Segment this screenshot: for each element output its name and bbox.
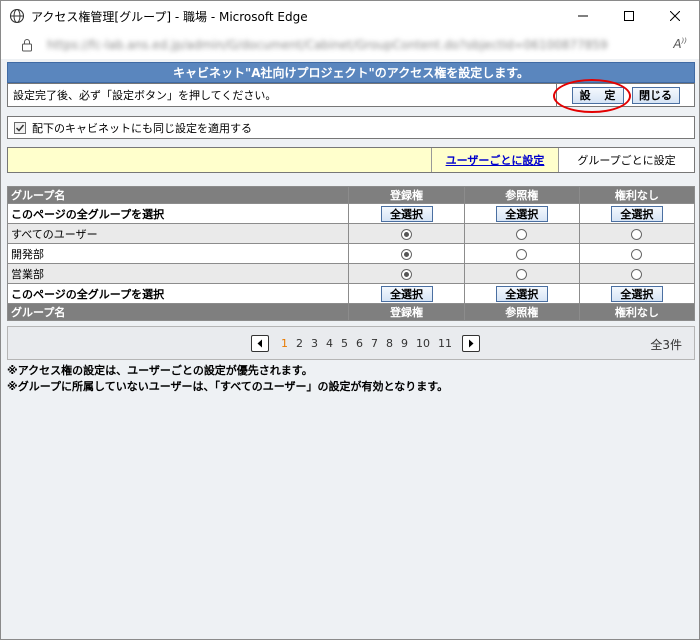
next-page-button[interactable] xyxy=(462,335,480,352)
page-2[interactable]: 2 xyxy=(292,337,307,350)
select-all-label: このページの全グループを選択 xyxy=(6,283,350,304)
close-icon xyxy=(670,11,680,21)
radio-register[interactable] xyxy=(401,228,413,240)
read-aloud-icon[interactable]: A)) xyxy=(673,37,687,51)
radio-none[interactable] xyxy=(631,228,643,240)
select-all-row: このページの全グループを選択 全選択 全選択 全選択 xyxy=(6,203,696,224)
radio-view[interactable] xyxy=(516,228,528,240)
page-11[interactable]: 11 xyxy=(434,337,456,350)
address-bar[interactable]: https://fc-lab.ans.ed.jp/admin/G/documen… xyxy=(1,31,699,59)
title-bar: アクセス権管理[グループ] - 職場 - Microsoft Edge xyxy=(1,1,699,31)
table-row: すべてのユーザー xyxy=(6,223,696,244)
group-name: 営業部 xyxy=(6,263,350,284)
apply-children-label: 配下のキャビネットにも同じ設定を適用する xyxy=(32,121,252,135)
browser-window: アクセス権管理[グループ] - 職場 - Microsoft Edge http… xyxy=(0,0,700,640)
group-name: すべてのユーザー xyxy=(6,223,350,244)
select-all-none-button[interactable]: 全選択 xyxy=(610,205,663,222)
close-button[interactable]: 閉じる xyxy=(631,86,680,104)
page-9[interactable]: 9 xyxy=(397,337,412,350)
radio-view[interactable] xyxy=(516,248,528,260)
footer-none: 権利なし xyxy=(578,303,696,321)
globe-icon xyxy=(9,8,25,24)
table-row: 開発部 xyxy=(6,243,696,264)
radio-register[interactable] xyxy=(401,268,413,280)
pagination: 1 2 3 4 5 6 7 8 9 10 11 全3件 xyxy=(7,326,695,360)
page-5[interactable]: 5 xyxy=(337,337,352,350)
page-10[interactable]: 10 xyxy=(412,337,434,350)
notes: ※アクセス権の設定は、ユーザーごとの設定が優先されます。 ※グループに所属してい… xyxy=(7,363,448,395)
chevron-right-icon xyxy=(469,339,474,348)
prev-page-button[interactable] xyxy=(251,335,269,352)
maximize-icon xyxy=(624,11,634,21)
close-window-button[interactable] xyxy=(652,1,698,31)
highlight-annotation xyxy=(553,79,631,113)
page-4[interactable]: 4 xyxy=(322,337,337,350)
mode-switch-row: ユーザーごとに設定 グループごとに設定 xyxy=(7,147,695,173)
note-line: ※グループに所属していないユーザーは、「すべてのユーザー」の設定が有効となります… xyxy=(7,380,449,393)
window-title: アクセス権管理[グループ] - 職場 - Microsoft Edge xyxy=(31,9,308,24)
maximize-button[interactable] xyxy=(606,1,652,31)
header-view: 参照権 xyxy=(463,186,580,204)
total-count: 全3件 xyxy=(650,338,682,352)
page-3[interactable]: 3 xyxy=(307,337,322,350)
tab-by-user[interactable]: ユーザーごとに設定 xyxy=(431,148,558,172)
radio-register[interactable] xyxy=(401,248,413,260)
footer-view: 参照権 xyxy=(463,303,580,321)
lock-icon xyxy=(21,38,33,52)
page-6[interactable]: 6 xyxy=(352,337,367,350)
select-all-register-button[interactable]: 全選択 xyxy=(380,205,433,222)
select-all-row: このページの全グループを選択 全選択 全選択 全選択 xyxy=(6,283,696,304)
pager-controls: 1 2 3 4 5 6 7 8 9 10 11 xyxy=(251,335,480,352)
table-header: グループ名 登録権 参照権 権利なし xyxy=(6,186,696,204)
minimize-button[interactable] xyxy=(560,1,606,31)
select-all-none-button[interactable]: 全選択 xyxy=(610,285,663,302)
url-text[interactable]: https://fc-lab.ans.ed.jp/admin/G/documen… xyxy=(47,38,608,52)
mode-spacer xyxy=(8,148,431,172)
permission-table: グループ名 登録権 参照権 権利なし このページの全グループを選択 全選択 全選… xyxy=(6,186,696,321)
radio-view[interactable] xyxy=(516,268,528,280)
page-1[interactable]: 1 xyxy=(277,337,292,350)
select-all-register-button[interactable]: 全選択 xyxy=(380,285,433,302)
select-all-label: このページの全グループを選択 xyxy=(6,203,350,224)
checkmark-icon xyxy=(15,124,25,132)
tab-by-group: グループごとに設定 xyxy=(558,148,694,172)
table-row: 営業部 xyxy=(6,263,696,284)
header-group-name: グループ名 xyxy=(6,186,350,204)
note-line: ※アクセス権の設定は、ユーザーごとの設定が優先されます。 xyxy=(7,364,313,377)
footer-group-name: グループ名 xyxy=(6,303,350,321)
group-name: 開発部 xyxy=(6,243,350,264)
chevron-left-icon xyxy=(257,339,262,348)
radio-none[interactable] xyxy=(631,248,643,260)
table-footer: グループ名 登録権 参照権 権利なし xyxy=(6,303,696,321)
page-content: キャビネット"A社向けプロジェクト"のアクセス権を設定します。 設定完了後、必ず… xyxy=(1,59,699,639)
notice-text: 設定完了後、必ず「設定ボタン」を押してください。 xyxy=(13,89,277,102)
header-none: 権利なし xyxy=(578,186,696,204)
header-register: 登録権 xyxy=(348,186,465,204)
footer-register: 登録権 xyxy=(348,303,465,321)
select-all-view-button[interactable]: 全選択 xyxy=(495,285,548,302)
select-all-view-button[interactable]: 全選択 xyxy=(495,205,548,222)
apply-children-checkbox[interactable] xyxy=(14,121,26,134)
page-8[interactable]: 8 xyxy=(382,337,397,350)
apply-children-row[interactable]: 配下のキャビネットにも同じ設定を適用する xyxy=(7,116,695,139)
minimize-icon xyxy=(578,15,588,17)
radio-none[interactable] xyxy=(631,268,643,280)
page-7[interactable]: 7 xyxy=(367,337,382,350)
